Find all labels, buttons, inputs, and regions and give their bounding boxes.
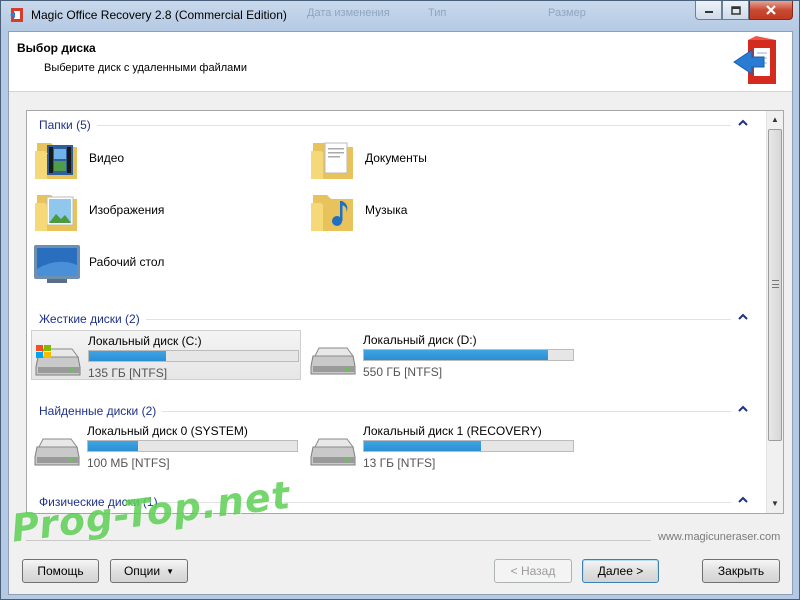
wizard-header: Выбор диска Выберите диск с удаленными ф… bbox=[9, 32, 792, 92]
desktop-icon bbox=[34, 245, 80, 283]
folder-label: Документы bbox=[365, 151, 427, 165]
pictures-folder-icon bbox=[35, 195, 77, 231]
scroll-down-icon[interactable]: ▼ bbox=[770, 497, 780, 511]
ghost-header-size: Размер bbox=[548, 7, 586, 19]
maximize-icon bbox=[730, 5, 741, 15]
folder-label: Рабочий стол bbox=[89, 255, 165, 269]
group-divider bbox=[39, 125, 731, 126]
maximize-button[interactable] bbox=[722, 1, 749, 20]
ghost-header-type: Тип bbox=[428, 7, 447, 19]
group-header-found-drives[interactable]: Найденные диски (2) bbox=[39, 401, 749, 419]
drive-usage-fill bbox=[364, 350, 548, 360]
minimize-button[interactable] bbox=[695, 1, 722, 20]
drive-item-d[interactable]: Локальный диск (D:) 550 ГБ [NTFS] bbox=[307, 330, 577, 380]
drive-usage-bar bbox=[363, 349, 574, 361]
drive-name: Локальный диск 1 (RECOVERY) bbox=[363, 424, 542, 438]
folder-item-music[interactable]: Музыка bbox=[309, 187, 509, 235]
drive-info: 13 ГБ [NTFS] bbox=[363, 456, 436, 470]
drive-name: Локальный диск (C:) bbox=[88, 334, 202, 348]
drive-name: Локальный диск (D:) bbox=[363, 333, 477, 347]
window-controls bbox=[695, 1, 793, 20]
collapse-icon[interactable] bbox=[737, 494, 749, 506]
folder-label: Музыка bbox=[365, 203, 408, 217]
hard-drive-icon bbox=[34, 438, 80, 466]
close-icon bbox=[766, 5, 776, 15]
drive-item-c[interactable]: Локальный диск (C:) 135 ГБ [NTFS] bbox=[31, 330, 301, 380]
close-window-button[interactable] bbox=[749, 1, 793, 20]
window-title: Magic Office Recovery 2.8 (Commercial Ed… bbox=[31, 8, 287, 22]
next-button[interactable]: Далее > bbox=[582, 559, 659, 583]
music-folder-icon bbox=[311, 195, 353, 231]
ghost-header-date: Дата изменения bbox=[307, 7, 390, 19]
collapse-icon[interactable] bbox=[737, 403, 749, 415]
back-button[interactable]: < Назад bbox=[494, 559, 572, 583]
hard-drive-icon bbox=[310, 438, 356, 466]
scroll-up-icon[interactable]: ▲ bbox=[770, 113, 780, 127]
drive-info: 550 ГБ [NTFS] bbox=[363, 365, 443, 379]
product-logo-icon bbox=[733, 36, 776, 84]
group-label-found-drives: Найденные диски (2) bbox=[39, 404, 163, 418]
folder-item-documents[interactable]: Документы bbox=[309, 135, 509, 183]
drive-name: Локальный диск 0 (SYSTEM) bbox=[87, 424, 248, 438]
help-button[interactable]: Помощь bbox=[22, 559, 99, 583]
collapse-icon[interactable] bbox=[737, 117, 749, 129]
disk-list-panel: Папки (5) Видео Документы Изображения Му… bbox=[26, 110, 784, 514]
options-label: Опции bbox=[123, 564, 161, 578]
group-label-folders: Папки (5) bbox=[39, 118, 97, 132]
drive-usage-bar bbox=[87, 440, 298, 452]
dropdown-arrow-icon: ▼ bbox=[166, 566, 175, 576]
group-header-hard-drives[interactable]: Жесткие диски (2) bbox=[39, 309, 749, 327]
grip-icon bbox=[772, 280, 779, 288]
title-bar[interactable]: Magic Office Recovery 2.8 (Commercial Ed… bbox=[1, 1, 799, 31]
scrollbar-thumb[interactable] bbox=[768, 129, 782, 441]
minimize-icon bbox=[704, 11, 713, 13]
drive-usage-fill bbox=[88, 441, 139, 451]
close-button[interactable]: Закрыть bbox=[702, 559, 780, 583]
website-link[interactable]: www.magicuneraser.com bbox=[658, 531, 780, 543]
page-title: Выбор диска bbox=[17, 41, 96, 55]
hard-drive-icon bbox=[310, 347, 356, 375]
folder-item-pictures[interactable]: Изображения bbox=[33, 187, 233, 235]
drive-usage-bar bbox=[363, 440, 574, 452]
drive-item-found-1[interactable]: Локальный диск 1 (RECOVERY) 13 ГБ [NTFS] bbox=[307, 421, 577, 471]
app-window: Magic Office Recovery 2.8 (Commercial Ed… bbox=[0, 0, 800, 600]
group-label-hard-drives: Жесткие диски (2) bbox=[39, 312, 146, 326]
drive-info: 100 МБ [NTFS] bbox=[87, 456, 170, 470]
page-subtitle: Выберите диск с удаленными файлами bbox=[44, 62, 247, 74]
folder-item-video[interactable]: Видео bbox=[33, 135, 233, 183]
documents-folder-icon bbox=[311, 142, 353, 179]
windows-hard-drive-icon bbox=[35, 345, 81, 376]
folder-label: Изображения bbox=[89, 203, 165, 217]
drive-usage-bar bbox=[88, 350, 299, 362]
video-folder-icon bbox=[35, 143, 77, 179]
vertical-scrollbar[interactable]: ▲ ▼ bbox=[766, 111, 783, 513]
drive-usage-fill bbox=[364, 441, 482, 451]
drive-info: 135 ГБ [NTFS] bbox=[88, 366, 168, 380]
folder-label: Видео bbox=[89, 151, 125, 165]
options-button[interactable]: Опции ▼ bbox=[110, 559, 188, 583]
app-logo-icon bbox=[10, 8, 23, 22]
collapse-icon[interactable] bbox=[737, 311, 749, 323]
drive-item-found-0[interactable]: Локальный диск 0 (SYSTEM) 100 МБ [NTFS] bbox=[31, 421, 301, 471]
drive-usage-fill bbox=[89, 351, 167, 361]
folder-item-desktop[interactable]: Рабочий стол bbox=[33, 239, 233, 287]
group-header-folders[interactable]: Папки (5) bbox=[39, 115, 749, 133]
footer-divider bbox=[26, 540, 651, 541]
